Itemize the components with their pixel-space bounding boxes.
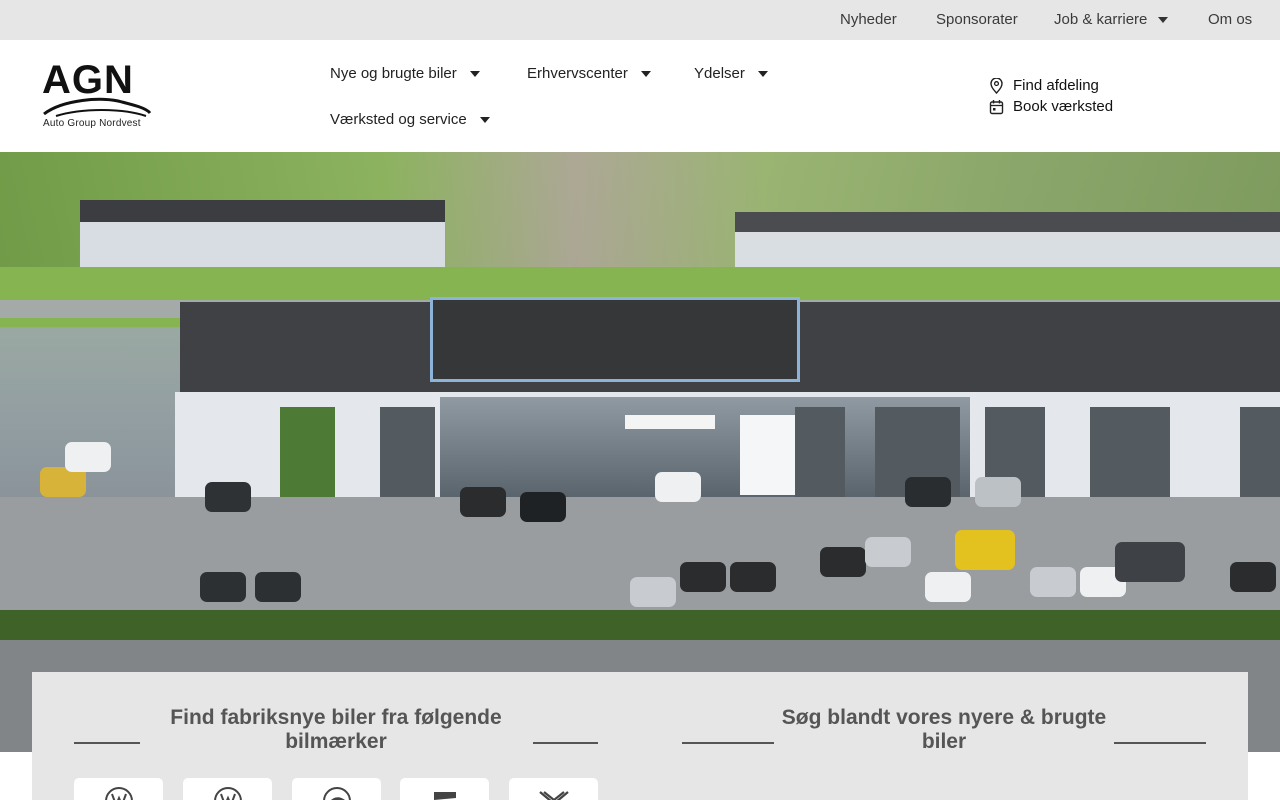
calendar-icon [989,99,1004,114]
quick-link-label: Find afdeling [1013,77,1099,94]
top-utility-bar: Nyheder Sponsorater Job & karriere Om os [0,0,1280,40]
book-vaerksted-link[interactable]: Book værksted [989,98,1113,115]
logo-letters: AGN [42,58,134,102]
brand-volkswagen-commercial[interactable] [183,778,272,800]
brand-volkswagen[interactable] [74,778,163,800]
site-header: AGN Auto Group Nordvest Nye og brugte bi… [0,40,1280,152]
top-nav-sponsorater[interactable]: Sponsorater [936,11,1018,28]
main-building-facade [175,392,1280,502]
top-nav-om-os[interactable]: Om os [1208,11,1252,28]
quick-link-label: Book værksted [1013,98,1114,115]
caret-down-icon [757,70,768,77]
brand-skoda[interactable] [292,778,381,800]
volkswagen-commercial-logo-icon [213,787,242,800]
top-nav-label: Nyheder [840,11,897,28]
car-search-panel: Find fabriksnye biler fra følgende bilmæ… [32,672,1248,800]
top-nav-job-karriere[interactable]: Job & karriere [1054,11,1169,28]
top-nav-label: Sponsorater [936,11,1018,28]
cupra-logo-icon [538,791,569,800]
top-nav-nyheder[interactable]: Nyheder [840,11,897,28]
logo-tagline: Auto Group Nordvest [43,118,141,129]
hero-aerial-image [0,152,1280,752]
nav-label: Værksted og service [330,111,467,128]
caret-down-icon [479,116,490,123]
showroom-sign [625,415,715,429]
heading-rule [682,742,774,744]
nav-label: Ydelser [694,65,745,82]
main-building-roof [180,297,1280,397]
nav-label: Nye og brugte biler [330,65,457,82]
caret-down-icon [469,70,480,77]
seat-logo-icon [433,792,456,800]
new-cars-heading: Find fabriksnye biler fra følgende bilmæ… [170,706,502,753]
heading-rule [74,742,140,744]
brand-seat[interactable] [400,778,489,800]
nav-erhvervscenter[interactable]: Erhvervscenter [527,65,651,82]
nav-label: Erhvervscenter [527,65,628,82]
find-afdeling-link[interactable]: Find afdeling [989,77,1099,94]
nav-vaerksted-og-service[interactable]: Værksted og service [330,111,490,128]
nav-ydelser[interactable]: Ydelser [694,65,768,82]
heading-rule [533,742,598,744]
caret-down-icon [640,70,651,77]
used-cars-heading: Søg blandt vores nyere & brugte biler [781,706,1107,753]
car-silhouette-icon [43,97,152,117]
nav-nye-og-brugte-biler[interactable]: Nye og brugte biler [330,65,480,82]
skoda-logo-icon [322,787,351,800]
agn-logo[interactable]: AGN Auto Group Nordvest [42,60,152,132]
caret-down-icon [1158,16,1169,23]
volkswagen-logo-icon [104,787,133,800]
location-pin-icon [990,77,1003,94]
top-nav-label: Om os [1208,11,1253,28]
brand-cupra[interactable] [509,778,598,800]
top-nav-label: Job & karriere [1054,11,1148,28]
heading-rule [1114,742,1206,744]
hedge [0,610,1280,640]
